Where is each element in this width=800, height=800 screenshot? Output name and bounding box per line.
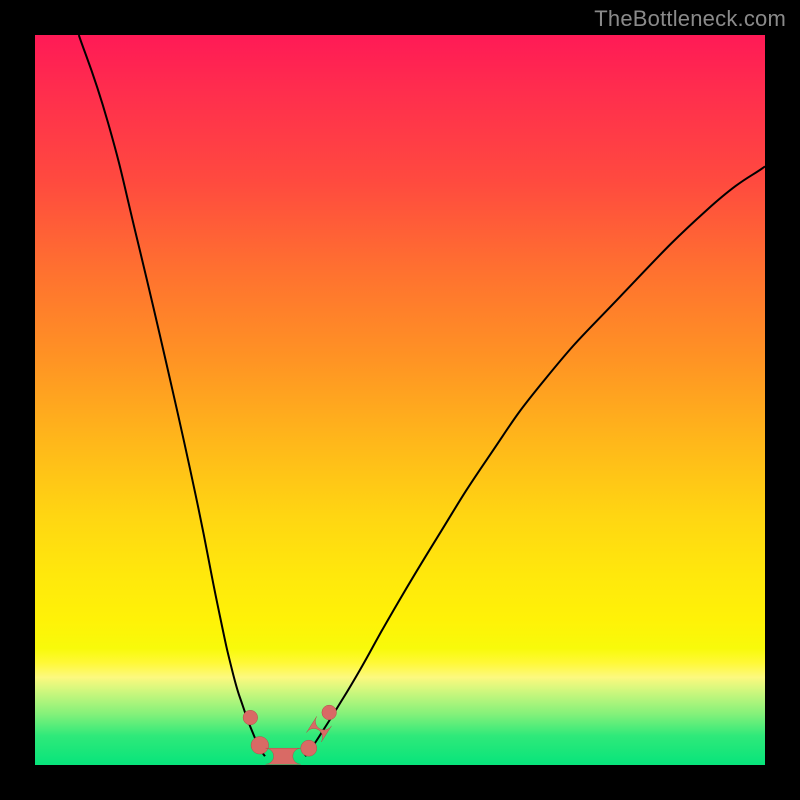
marker-pill	[266, 748, 301, 764]
chart-frame: TheBottleneck.com	[0, 0, 800, 800]
plot-area	[35, 35, 765, 765]
chart-svg	[35, 35, 765, 765]
marker-dot	[322, 705, 337, 720]
right-curve	[305, 166, 765, 756]
marker-dot	[301, 740, 317, 756]
watermark-text: TheBottleneck.com	[594, 6, 786, 32]
marker-dot	[243, 710, 258, 725]
marker-dot	[251, 737, 269, 755]
left-curve	[79, 35, 265, 756]
markers-group	[243, 705, 336, 764]
